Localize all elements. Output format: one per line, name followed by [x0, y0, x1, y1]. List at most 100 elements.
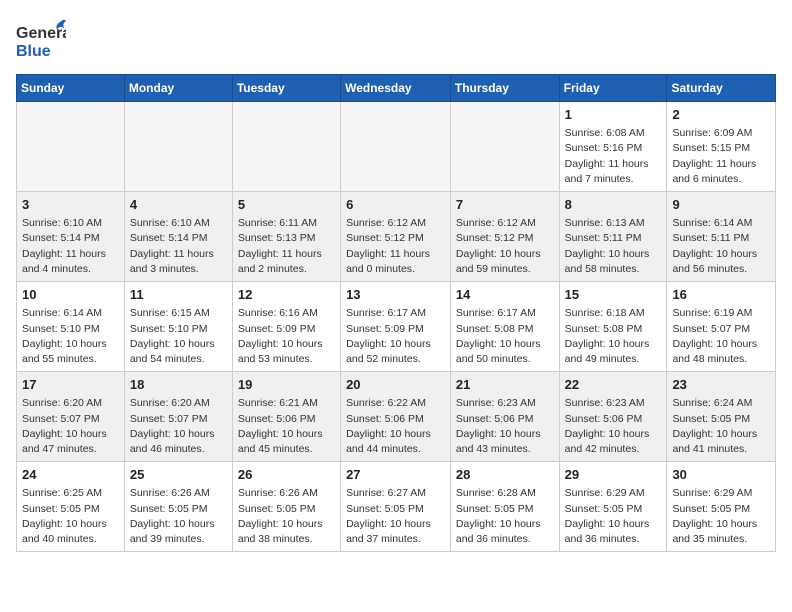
day-info: Sunrise: 6:10 AM Sunset: 5:14 PM Dayligh… — [22, 216, 119, 277]
day-number: 2 — [672, 106, 770, 124]
day-info: Sunrise: 6:24 AM Sunset: 5:05 PM Dayligh… — [672, 396, 770, 457]
day-number: 16 — [672, 286, 770, 304]
day-info: Sunrise: 6:11 AM Sunset: 5:13 PM Dayligh… — [238, 216, 335, 277]
day-info: Sunrise: 6:16 AM Sunset: 5:09 PM Dayligh… — [238, 306, 335, 367]
day-number: 4 — [130, 196, 227, 214]
calendar-cell: 2 Sunrise: 6:09 AM Sunset: 5:15 PM Daylig… — [667, 102, 776, 192]
day-number: 9 — [672, 196, 770, 214]
calendar-cell — [17, 102, 125, 192]
week-row-1: 1 Sunrise: 6:08 AM Sunset: 5:16 PM Daylig… — [17, 102, 776, 192]
day-info: Sunrise: 6:27 AM Sunset: 5:05 PM Dayligh… — [346, 486, 445, 547]
day-info: Sunrise: 6:18 AM Sunset: 5:08 PM Dayligh… — [565, 306, 662, 367]
day-number: 1 — [565, 106, 662, 124]
calendar-cell: 29 Sunrise: 6:29 AM Sunset: 5:05 PM Dayli… — [559, 462, 667, 552]
day-info: Sunrise: 6:20 AM Sunset: 5:07 PM Dayligh… — [130, 396, 227, 457]
day-number: 14 — [456, 286, 554, 304]
day-info: Sunrise: 6:08 AM Sunset: 5:16 PM Dayligh… — [565, 126, 662, 187]
day-number: 30 — [672, 466, 770, 484]
day-info: Sunrise: 6:09 AM Sunset: 5:15 PM Dayligh… — [672, 126, 770, 187]
day-number: 3 — [22, 196, 119, 214]
calendar-cell: 8 Sunrise: 6:13 AM Sunset: 5:11 PM Daylig… — [559, 192, 667, 282]
day-info: Sunrise: 6:20 AM Sunset: 5:07 PM Dayligh… — [22, 396, 119, 457]
day-info: Sunrise: 6:28 AM Sunset: 5:05 PM Dayligh… — [456, 486, 554, 547]
calendar-cell: 19 Sunrise: 6:21 AM Sunset: 5:06 PM Dayli… — [232, 372, 340, 462]
calendar-cell — [232, 102, 340, 192]
calendar-cell: 1 Sunrise: 6:08 AM Sunset: 5:16 PM Daylig… — [559, 102, 667, 192]
calendar-cell: 30Sunrise: 6:29 AM Sunset: 5:05 PM Dayli… — [667, 462, 776, 552]
calendar-cell: 22 Sunrise: 6:23 AM Sunset: 5:06 PM Dayli… — [559, 372, 667, 462]
day-number: 22 — [565, 376, 662, 394]
svg-text:Blue: Blue — [16, 43, 51, 60]
weekday-header-monday: Monday — [124, 75, 232, 102]
day-number: 17 — [22, 376, 119, 394]
day-info: Sunrise: 6:23 AM Sunset: 5:06 PM Dayligh… — [565, 396, 662, 457]
calendar-cell: 3 Sunrise: 6:10 AM Sunset: 5:14 PM Daylig… — [17, 192, 125, 282]
calendar-cell — [124, 102, 232, 192]
day-number: 11 — [130, 286, 227, 304]
calendar-cell: 18 Sunrise: 6:20 AM Sunset: 5:07 PM Dayli… — [124, 372, 232, 462]
day-info: Sunrise: 6:29 AM Sunset: 5:05 PM Dayligh… — [565, 486, 662, 547]
day-info: Sunrise: 6:26 AM Sunset: 5:05 PM Dayligh… — [238, 486, 335, 547]
calendar-cell: 25Sunrise: 6:26 AM Sunset: 5:05 PM Dayli… — [124, 462, 232, 552]
day-number: 7 — [456, 196, 554, 214]
day-info: Sunrise: 6:19 AM Sunset: 5:07 PM Dayligh… — [672, 306, 770, 367]
weekday-header-friday: Friday — [559, 75, 667, 102]
day-number: 18 — [130, 376, 227, 394]
day-info: Sunrise: 6:10 AM Sunset: 5:14 PM Dayligh… — [130, 216, 227, 277]
calendar-cell: 13 Sunrise: 6:17 AM Sunset: 5:09 PM Dayli… — [341, 282, 451, 372]
day-number: 6 — [346, 196, 445, 214]
day-number: 29 — [565, 466, 662, 484]
calendar-cell: 11 Sunrise: 6:15 AM Sunset: 5:10 PM Dayli… — [124, 282, 232, 372]
day-number: 10 — [22, 286, 119, 304]
page-header: GeneralBlue — [16, 16, 776, 66]
day-number: 21 — [456, 376, 554, 394]
week-row-5: 24 Sunrise: 6:25 AM Sunset: 5:05 PM Dayli… — [17, 462, 776, 552]
calendar-cell: 10 Sunrise: 6:14 AM Sunset: 5:10 PM Dayli… — [17, 282, 125, 372]
weekday-header-sunday: Sunday — [17, 75, 125, 102]
day-info: Sunrise: 6:23 AM Sunset: 5:06 PM Dayligh… — [456, 396, 554, 457]
calendar-cell: 5 Sunrise: 6:11 AM Sunset: 5:13 PM Daylig… — [232, 192, 340, 282]
calendar-cell: 27 Sunrise: 6:27 AM Sunset: 5:05 PM Dayli… — [341, 462, 451, 552]
weekday-header-saturday: Saturday — [667, 75, 776, 102]
day-info: Sunrise: 6:12 AM Sunset: 5:12 PM Dayligh… — [456, 216, 554, 277]
calendar-cell — [341, 102, 451, 192]
logo: GeneralBlue — [16, 16, 66, 66]
logo-svg: GeneralBlue — [16, 16, 66, 66]
day-number: 19 — [238, 376, 335, 394]
day-number: 26 — [238, 466, 335, 484]
week-row-4: 17 Sunrise: 6:20 AM Sunset: 5:07 PM Dayli… — [17, 372, 776, 462]
day-info: Sunrise: 6:12 AM Sunset: 5:12 PM Dayligh… — [346, 216, 445, 277]
calendar-cell — [450, 102, 559, 192]
day-number: 12 — [238, 286, 335, 304]
calendar-cell: 12 Sunrise: 6:16 AM Sunset: 5:09 PM Dayli… — [232, 282, 340, 372]
day-number: 24 — [22, 466, 119, 484]
calendar-cell: 7 Sunrise: 6:12 AM Sunset: 5:12 PM Daylig… — [450, 192, 559, 282]
calendar-cell: 4 Sunrise: 6:10 AM Sunset: 5:14 PM Daylig… — [124, 192, 232, 282]
day-number: 23 — [672, 376, 770, 394]
calendar-cell: 15 Sunrise: 6:18 AM Sunset: 5:08 PM Dayli… — [559, 282, 667, 372]
calendar-cell: 6 Sunrise: 6:12 AM Sunset: 5:12 PM Daylig… — [341, 192, 451, 282]
day-info: Sunrise: 6:26 AM Sunset: 5:05 PM Dayligh… — [130, 486, 227, 547]
weekday-header-tuesday: Tuesday — [232, 75, 340, 102]
calendar-cell: 26 Sunrise: 6:26 AM Sunset: 5:05 PM Dayli… — [232, 462, 340, 552]
weekday-header-thursday: Thursday — [450, 75, 559, 102]
day-number: 15 — [565, 286, 662, 304]
calendar-table: SundayMondayTuesdayWednesdayThursdayFrid… — [16, 74, 776, 552]
day-info: Sunrise: 6:21 AM Sunset: 5:06 PM Dayligh… — [238, 396, 335, 457]
calendar-cell: 14 Sunrise: 6:17 AM Sunset: 5:08 PM Dayli… — [450, 282, 559, 372]
day-info: Sunrise: 6:25 AM Sunset: 5:05 PM Dayligh… — [22, 486, 119, 547]
calendar-cell: 24 Sunrise: 6:25 AM Sunset: 5:05 PM Dayli… — [17, 462, 125, 552]
day-number: 28 — [456, 466, 554, 484]
day-number: 13 — [346, 286, 445, 304]
day-info: Sunrise: 6:17 AM Sunset: 5:08 PM Dayligh… — [456, 306, 554, 367]
day-info: Sunrise: 6:13 AM Sunset: 5:11 PM Dayligh… — [565, 216, 662, 277]
day-number: 27 — [346, 466, 445, 484]
day-info: Sunrise: 6:15 AM Sunset: 5:10 PM Dayligh… — [130, 306, 227, 367]
day-number: 8 — [565, 196, 662, 214]
day-info: Sunrise: 6:14 AM Sunset: 5:11 PM Dayligh… — [672, 216, 770, 277]
calendar-cell: 21 Sunrise: 6:23 AM Sunset: 5:06 PM Dayli… — [450, 372, 559, 462]
day-number: 5 — [238, 196, 335, 214]
day-info: Sunrise: 6:17 AM Sunset: 5:09 PM Dayligh… — [346, 306, 445, 367]
day-info: Sunrise: 6:14 AM Sunset: 5:10 PM Dayligh… — [22, 306, 119, 367]
weekday-header-wednesday: Wednesday — [341, 75, 451, 102]
